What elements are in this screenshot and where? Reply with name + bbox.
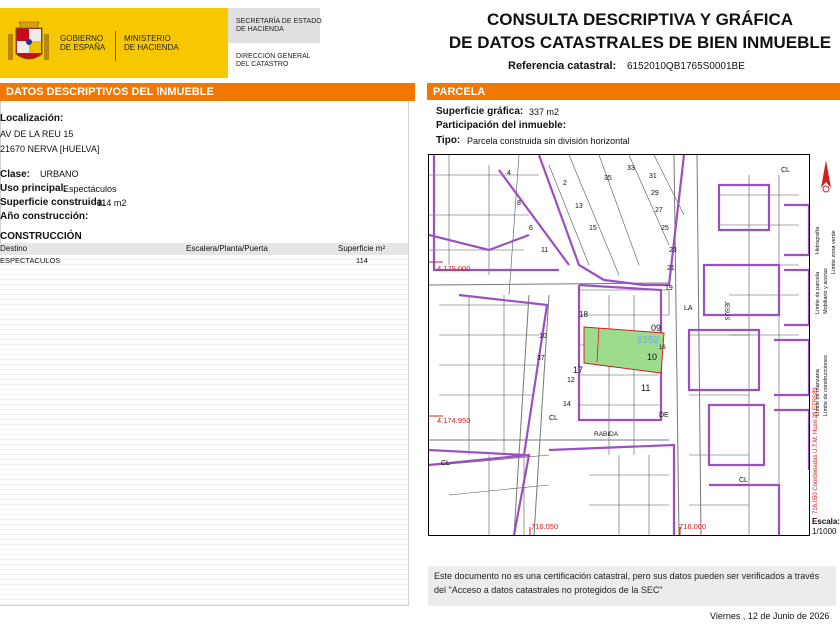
superficie-grafica-value: 337 m2 xyxy=(529,107,560,117)
scale-value: 1/1000 xyxy=(812,527,837,536)
disclaimer-box: Este documento no es una certificación c… xyxy=(428,566,836,606)
map-drawing xyxy=(429,155,809,535)
map-street-label: CL xyxy=(441,460,450,467)
map-coord-y1: 4.175.000 xyxy=(437,264,471,273)
map-number: 11 xyxy=(541,247,549,254)
map-number: 33 xyxy=(627,165,635,172)
legend-item: Límite zona verde xyxy=(831,230,837,274)
secretaria-label: SECRETARÍA DE ESTADO DE HACIENDA xyxy=(236,18,322,34)
map-number: 12 xyxy=(567,377,575,384)
map-number: 37 xyxy=(537,355,545,362)
direccion-label: DIRECCIÓN GENERAL DEL CATASTRO xyxy=(236,53,311,69)
map-number: 8 xyxy=(517,200,521,207)
parcela-title: PARCELA xyxy=(433,86,486,98)
map-street-label: CL xyxy=(549,415,558,422)
ministerio-line2: DE HACIENDA xyxy=(124,43,179,52)
superficie-construida-value: 114 m2 xyxy=(97,198,127,208)
map-coord-y2: 4.174.950 xyxy=(437,416,471,425)
direccion-line2: DEL CATASTRO xyxy=(236,61,289,68)
construccion-table-body: ESPECTACULOS 114 xyxy=(0,255,408,605)
map-number: 27 xyxy=(655,207,663,214)
gobierno-line2: DE ESPAÑA xyxy=(60,43,106,52)
page-title-line2: DE DATOS CATASTRALES DE BIEN INMUEBLE xyxy=(448,33,832,52)
coat-of-arms-icon xyxy=(8,21,49,60)
row-destino: ESPECTACULOS xyxy=(0,256,61,265)
map-number: 6 xyxy=(529,225,533,232)
map-coord-x1: 716.050 xyxy=(531,522,559,531)
datos-descriptivos-bar: DATOS DESCRIPTIVOS DEL INMUEBLE xyxy=(0,83,415,101)
secretaria-line2: DE HACIENDA xyxy=(236,26,284,33)
clase-label: Clase: xyxy=(0,169,31,180)
map-number: 09 xyxy=(651,323,662,333)
legend-item: Hidrografía xyxy=(815,226,821,254)
table-row: ESPECTACULOS 114 xyxy=(0,255,408,266)
legend-item: Límite de construcciones xyxy=(823,355,829,416)
map-street-label: LA xyxy=(684,305,693,312)
map-street-label: CL xyxy=(739,477,748,484)
gobierno-label: GOBIERNO DE ESPAÑA xyxy=(60,34,105,52)
map-number: 16 xyxy=(659,345,666,351)
tipo-label: Tipo: xyxy=(436,135,461,146)
uso-value: Espectáculos xyxy=(63,184,117,194)
map-number: 17 xyxy=(573,365,584,375)
gobierno-line1: GOBIERNO xyxy=(60,34,104,43)
map-number: 29 xyxy=(651,190,659,197)
document-date: Viernes , 12 de Junio de 2026 xyxy=(710,611,830,621)
map-number: 25 xyxy=(661,225,669,232)
ref-catastral-label: Referencia catastral: xyxy=(508,60,617,72)
scale-label: Escala: xyxy=(812,517,840,526)
uso-label: Uso principal: xyxy=(0,183,67,194)
parcela-bar: PARCELA xyxy=(427,83,840,100)
col-superficie: Superficie m² xyxy=(338,244,386,253)
tipo-value: Parcela construida sin división horizont… xyxy=(467,136,630,146)
map-number: 23 xyxy=(669,247,677,254)
map-number: 13 xyxy=(575,203,583,210)
map-number: 10 xyxy=(647,352,658,362)
localizacion-label: Localización: xyxy=(0,113,64,124)
cadastral-map[interactable]: 4.175.000 4.174.950 716.050 716.000 6152… xyxy=(428,154,810,536)
header-divider xyxy=(115,31,116,61)
address-line2: 21670 NERVA [HUELVA] xyxy=(0,144,100,154)
ref-catastral-value: 6152010QB1765S0001BE xyxy=(627,61,745,72)
direccion-line1: DIRECCIÓN GENERAL xyxy=(236,53,311,60)
legend-item: Límite de manzana xyxy=(815,369,821,416)
col-escalera: Escalera/Planta/Puerta xyxy=(186,244,268,253)
superficie-grafica-label: Superficie gráfica: xyxy=(436,106,524,117)
disclaimer-text: Este documento no es una certificación c… xyxy=(434,571,820,595)
participacion-label: Participación del inmueble: xyxy=(436,120,567,131)
clase-value: URBANO xyxy=(40,169,79,179)
map-parcel-ref: 6152 xyxy=(637,335,660,346)
map-number: 21 xyxy=(667,265,675,272)
page-title-line1: CONSULTA DESCRIPTIVA Y GRÁFICA xyxy=(486,10,794,29)
col-destino: Destino xyxy=(0,244,28,253)
map-number: 18 xyxy=(579,310,588,319)
address-line1: AV DE LA REU 15 xyxy=(0,129,74,139)
map-number: 19 xyxy=(665,285,673,292)
ministerio-label: MINISTERIO DE HACIENDA xyxy=(124,34,179,52)
construccion-title: CONSTRUCCIÓN xyxy=(0,231,82,242)
map-street-label: DE xyxy=(659,412,669,419)
map-number: 15 xyxy=(589,225,597,232)
map-number: 10 xyxy=(539,333,547,340)
superficie-construida-label: Superficie construida: xyxy=(0,197,106,208)
secretaria-line1: SECRETARÍA DE ESTADO xyxy=(236,18,322,25)
row-superficie: 114 xyxy=(356,256,368,265)
map-street-label: RABIDA xyxy=(594,431,619,438)
map-legend: 716,050 Coordenadas U.T.M. Huso 29 ETRS8… xyxy=(811,154,840,516)
map-number: 14 xyxy=(563,401,571,408)
construccion-table-header: Destino Escalera/Planta/Puerta Superfici… xyxy=(0,243,408,255)
map-number: 2 xyxy=(563,180,567,187)
ministerio-line1: MINISTERIO xyxy=(124,34,171,43)
map-street-label: CL xyxy=(781,167,790,174)
map-number: 35 xyxy=(604,175,612,182)
map-street-label: JESUS xyxy=(723,301,729,321)
anio-construccion-label: Año construcción: xyxy=(0,211,89,222)
datos-descriptivos-title: DATOS DESCRIPTIVOS DEL INMUEBLE xyxy=(6,86,214,98)
map-number: 4 xyxy=(507,170,511,177)
map-number: 11 xyxy=(641,383,651,393)
map-number: 31 xyxy=(649,173,657,180)
legend-item: Mobiliario y aceras xyxy=(823,268,829,314)
map-coord-x2: 716.000 xyxy=(679,522,707,531)
